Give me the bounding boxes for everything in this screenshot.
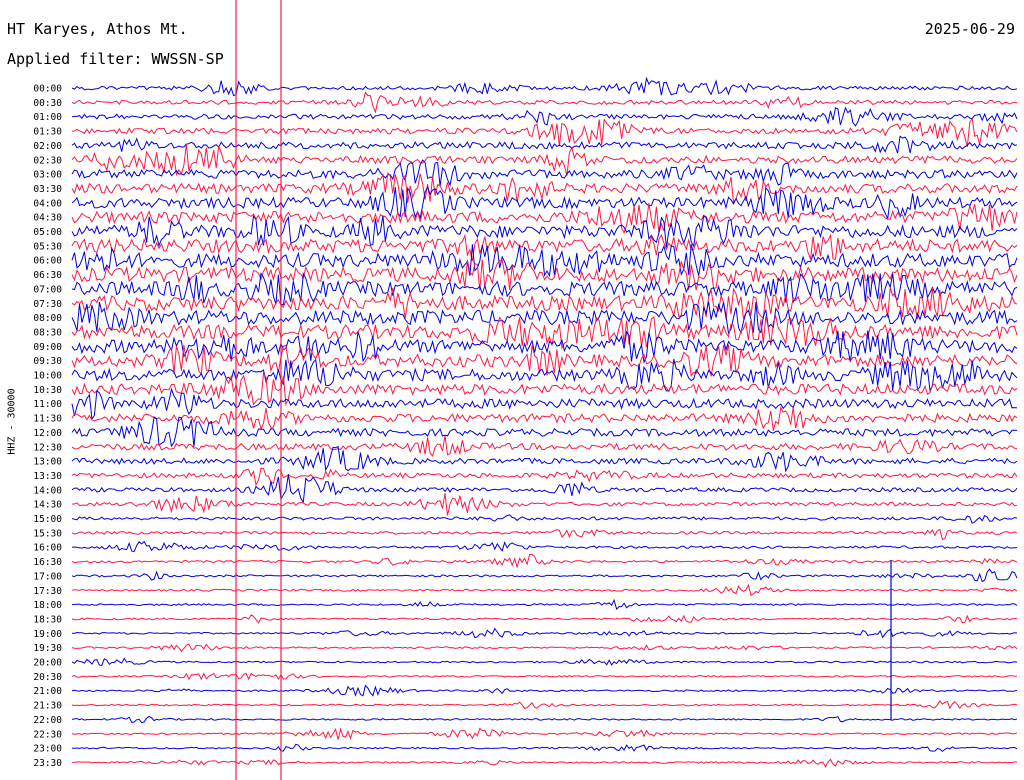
time-label: 00:00 [33, 84, 62, 95]
time-label: 16:30 [33, 557, 62, 568]
time-label: 22:00 [33, 715, 62, 726]
time-label: 00:30 [33, 98, 62, 109]
time-label: 21:00 [33, 686, 62, 697]
time-label: 18:30 [33, 614, 62, 625]
trace-line [71, 553, 1018, 569]
trace-line [71, 598, 1018, 611]
trace-line [71, 643, 1018, 652]
trace-line [71, 657, 1018, 667]
time-label: 01:00 [33, 112, 62, 123]
trace-line [71, 344, 1018, 377]
trace-lines [71, 0, 1018, 780]
time-label: 10:30 [33, 385, 62, 396]
trace-line [71, 467, 1018, 487]
time-label: 19:30 [33, 643, 62, 654]
time-label: 14:30 [33, 500, 62, 511]
time-label: 02:00 [33, 141, 62, 152]
time-label: 01:30 [33, 127, 62, 138]
trace-line [71, 474, 1018, 504]
trace-line [71, 700, 1018, 710]
time-label: 14:00 [33, 485, 62, 496]
trace-line [71, 493, 1018, 516]
time-label: 23:30 [33, 758, 62, 769]
time-label: 15:00 [33, 514, 62, 525]
time-label: 21:30 [33, 701, 62, 712]
time-label: 09:30 [33, 356, 62, 367]
trace-line [71, 568, 1018, 583]
time-label: 13:30 [33, 471, 62, 482]
time-label: 20:30 [33, 672, 62, 683]
time-label: 11:00 [33, 399, 62, 410]
time-label: 04:30 [33, 213, 62, 224]
time-label: 05:00 [33, 227, 62, 238]
trace-line [71, 406, 1018, 431]
trace-line [71, 614, 1018, 624]
trace-line [71, 727, 1018, 740]
time-label: 15:30 [33, 528, 62, 539]
time-label: 08:30 [33, 327, 62, 338]
helicorder-plot: 00:00 00:30 01:00 01:30 02:00 02:30 03:00 03:30… [33, 0, 1018, 780]
time-label: 06:00 [33, 256, 62, 267]
trace-line [71, 514, 1018, 524]
time-label: 22:30 [33, 729, 62, 740]
time-label: 02:30 [33, 155, 62, 166]
trace-line [71, 627, 1018, 639]
time-label: 08:00 [33, 313, 62, 324]
time-label: 12:30 [33, 442, 62, 453]
time-label: 04:00 [33, 198, 62, 209]
time-label: 12:00 [33, 428, 62, 439]
time-label: 03:30 [33, 184, 62, 195]
time-label: 06:30 [33, 270, 62, 281]
time-label: 13:00 [33, 457, 62, 468]
time-label: 19:00 [33, 629, 62, 640]
trace-line [71, 435, 1018, 458]
time-labels: 00:00 00:30 01:00 01:30 02:00 02:30 03:00 03:30… [33, 84, 62, 769]
time-label: 09:00 [33, 342, 62, 353]
time-label: 17:30 [33, 586, 62, 597]
time-label: 23:00 [33, 744, 62, 755]
time-label: 03:00 [33, 170, 62, 181]
trace-line [71, 528, 1018, 541]
time-label: 17:00 [33, 571, 62, 582]
trace-line [71, 583, 1018, 597]
time-label: 07:30 [33, 299, 62, 310]
time-label: 10:00 [33, 371, 62, 382]
trace-line [71, 715, 1018, 724]
time-label: 07:00 [33, 284, 62, 295]
trace-line [71, 106, 1018, 127]
time-label: 11:30 [33, 414, 62, 425]
trace-line [71, 743, 1018, 753]
trace-line [71, 672, 1018, 681]
time-label: 20:00 [33, 658, 62, 669]
trace-line [71, 758, 1018, 768]
trace-line [71, 76, 1018, 97]
time-label: 16:00 [33, 543, 62, 554]
trace-line [71, 91, 1018, 114]
trace-line [71, 540, 1018, 553]
trace-line [71, 684, 1018, 697]
trace-line [71, 416, 1018, 448]
time-label: 18:00 [33, 600, 62, 611]
time-label: 05:30 [33, 241, 62, 252]
